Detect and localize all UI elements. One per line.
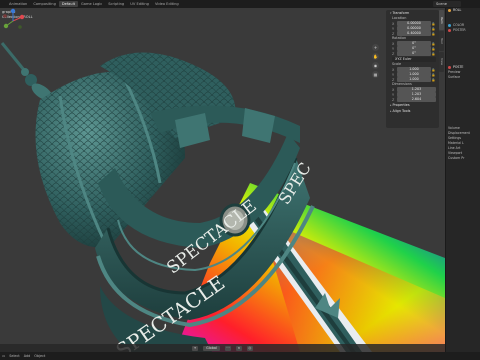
material-icon	[448, 29, 451, 32]
outliner-item-roll[interactable]: ROLL	[446, 8, 480, 13]
rotation-y-field[interactable]: 0°	[397, 46, 431, 51]
3d-viewport[interactable]: SPECTACLE SPECTACLE SPEC graphic Collect…	[0, 8, 445, 352]
lock-icon[interactable]: 🔓	[431, 73, 436, 77]
cursor-icon[interactable]: ⌖	[192, 345, 199, 351]
material-icon	[448, 66, 451, 69]
location-x-field[interactable]: 0.00000	[397, 21, 431, 26]
proportional-icon[interactable]: ◎	[246, 345, 253, 351]
align-tools-header[interactable]: Align Tools	[386, 108, 439, 114]
tab-default[interactable]: Default	[58, 1, 78, 7]
scene-selector[interactable]: Scene	[433, 1, 461, 7]
sidebar-n-panel: Transform Location X0.00000🔓 Y0.00000🔓 Z…	[386, 10, 439, 128]
zoom-icon[interactable]: +	[372, 44, 379, 51]
tab-game-logic[interactable]: Game Logic	[78, 1, 105, 7]
lock-icon[interactable]: 🔓	[431, 22, 436, 26]
lock-icon[interactable]: 🔓	[431, 78, 436, 82]
camera-icon[interactable]: ◉	[372, 62, 379, 69]
lock-icon[interactable]: 🔓	[431, 47, 436, 51]
tab-tool[interactable]: Tool	[439, 31, 444, 51]
workspace-tabs-bar: Animation Compositing Default Game Logic…	[0, 0, 480, 8]
tab-view[interactable]: View	[439, 52, 444, 72]
lock-icon[interactable]: 🔓	[431, 42, 436, 46]
dimensions-x-field[interactable]: 1.203	[397, 87, 436, 92]
scale-x-field[interactable]: 1.000	[397, 67, 431, 72]
status-bar: ▭ Select Add Object	[0, 352, 480, 360]
properties-panel: ROLL COLOR POSTER POSTE Preview Surface …	[445, 8, 480, 352]
outliner-item-poster[interactable]: POSTER	[446, 28, 480, 33]
status-add: Add	[23, 354, 31, 358]
tab-animation[interactable]: Animation	[6, 1, 30, 7]
mouse-left-icon: ▭	[2, 354, 6, 358]
material-icon	[448, 24, 451, 27]
viewport-footer-toolbar: ⌖ Global ⋯ ∩ ◎	[0, 344, 445, 352]
tab-scripting[interactable]: Scripting	[105, 1, 127, 7]
dimensions-y-field[interactable]: 1.203	[397, 92, 436, 97]
orientation-select[interactable]: Global	[203, 345, 220, 351]
lock-icon[interactable]: 🔓	[431, 27, 436, 31]
magnet-icon[interactable]: ∩	[235, 345, 242, 351]
grid-icon[interactable]: ▦	[372, 71, 379, 78]
tab-video-editing[interactable]: Video Editing	[152, 1, 182, 7]
lock-icon[interactable]: 🔓	[431, 32, 436, 36]
tab-compositing[interactable]: Compositing	[30, 1, 59, 7]
snap-icon[interactable]: ⋯	[224, 345, 231, 351]
lock-icon[interactable]: 🔓	[431, 68, 436, 72]
object-icon	[448, 9, 451, 12]
status-select: Select	[9, 354, 20, 358]
lock-icon[interactable]: 🔓	[431, 52, 436, 56]
tab-uv-editing[interactable]: UV Editing	[127, 1, 152, 7]
viewport-render: SPECTACLE SPECTACLE SPEC	[0, 42, 445, 352]
tab-item[interactable]: Item	[439, 10, 444, 30]
hand-icon[interactable]: ✋	[372, 53, 379, 60]
rotation-x-field[interactable]: 0°	[397, 41, 431, 46]
scale-y-field[interactable]: 1.000	[397, 72, 431, 77]
navigation-gizmo[interactable]	[0, 8, 26, 34]
section-custom-properties[interactable]: Custom Pr	[446, 156, 480, 161]
status-object: Object	[34, 354, 46, 358]
rotation-z-field[interactable]: 0°	[397, 51, 431, 56]
section-surface[interactable]: Surface	[446, 75, 480, 80]
location-y-field[interactable]: 0.00000	[397, 26, 431, 31]
